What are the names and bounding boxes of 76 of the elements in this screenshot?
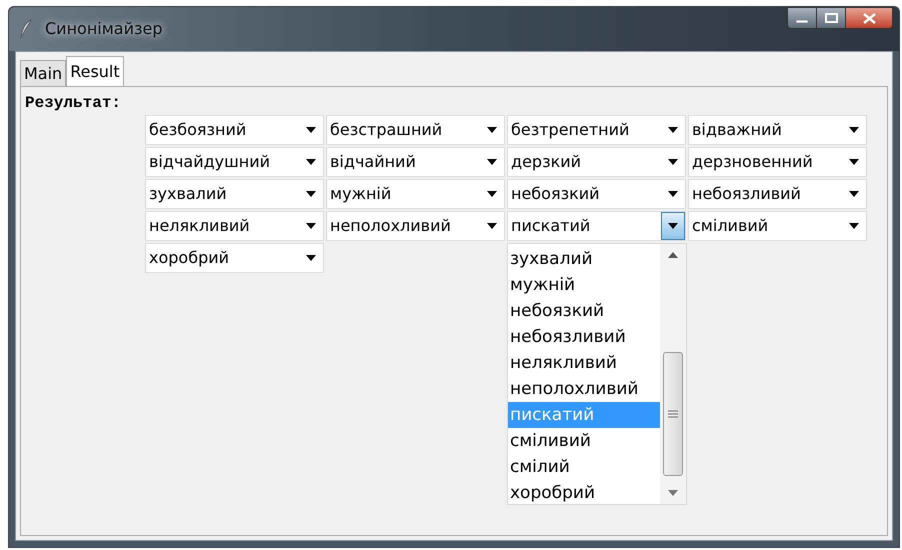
dropdown-item[interactable]: неполохливий [508,376,660,402]
dropdown-item[interactable]: небоязкий [508,298,660,324]
maximize-button[interactable] [817,7,845,29]
combo-box[interactable]: зухвалий [145,179,324,209]
combo-value: дерзновенний [692,151,814,173]
grip-icon [668,410,678,418]
caret-icon [668,127,678,133]
result-label: Результат: [25,93,122,113]
combo-box[interactable]: мужній [326,179,505,209]
dropdown-item[interactable]: небоязливий [508,324,660,350]
combo-value: безстрашний [330,119,444,141]
feather-icon [19,19,33,39]
caret-icon [668,223,678,229]
combo-value: зухвалий [149,183,228,205]
combo-box[interactable]: пискатий [507,211,686,241]
caret-icon [487,223,497,229]
caret-icon [306,127,316,133]
caret-icon [668,191,678,197]
combo-box[interactable]: небоязливий [688,179,867,209]
combo-box[interactable]: відважний [688,115,867,145]
caret-icon [487,159,497,165]
combo-box[interactable]: відчайний [326,147,505,177]
combo-value: сміливий [692,215,770,237]
caret-icon [849,127,859,133]
combo-value: небоязливий [692,183,802,205]
combo-value: безбоязний [149,119,248,141]
caret-icon [849,223,859,229]
tab[interactable]: Main [20,60,66,87]
caret-icon [306,159,316,165]
dropdown-item[interactable]: смілий [508,454,660,480]
caret-icon [306,255,316,261]
dropdown-item[interactable]: хоробрий [508,480,660,506]
combo-value: хоробрий [149,247,230,269]
scrollbar[interactable] [660,244,686,504]
combo-box[interactable]: сміливий [688,211,867,241]
close-button[interactable] [845,7,893,29]
combo-value: відчайдушний [149,151,272,173]
combo-value: дерзкий [511,151,582,173]
caret-icon [668,159,678,165]
maximize-icon [824,13,838,23]
combo-box[interactable]: безбоязний [145,115,324,145]
window-title: Синонімайзер [45,18,163,40]
caret-icon [487,191,497,197]
combo-box[interactable]: безтрепетний [507,115,686,145]
combo-value: небоязкий [511,183,601,205]
combo-value: відчайний [330,151,417,173]
caret-icon [306,223,316,229]
combo-box[interactable]: безстрашний [326,115,505,145]
combo-value: нелякливий [149,215,251,237]
caret-icon [487,127,497,133]
caret-icon [849,159,859,165]
combo-box[interactable]: хоробрий [145,243,324,273]
tab[interactable]: Result [66,56,124,87]
dropdown-item[interactable]: зухвалий [508,246,660,272]
combo-box[interactable]: неполохливий [326,211,505,241]
combo-box[interactable]: відчайдушний [145,147,324,177]
combo-value: відважний [692,119,783,141]
combo-box[interactable]: дерзкий [507,147,686,177]
scroll-down-icon[interactable] [668,490,678,496]
dropdown-item[interactable]: сміливий [508,428,660,454]
combo-box[interactable]: нелякливий [145,211,324,241]
combo-box[interactable]: небоязкий [507,179,686,209]
scroll-up-icon[interactable] [668,252,678,258]
combo-box[interactable]: дерзновенний [688,147,867,177]
combo-value: неполохливий [330,215,452,237]
caret-icon [306,191,316,197]
dropdown-item[interactable]: нелякливий [508,350,660,376]
dropdown-item[interactable]: мужній [508,272,660,298]
minimize-icon [796,20,808,23]
scroll-thumb[interactable] [663,352,683,476]
combo-value: безтрепетний [511,119,630,141]
caret-icon [849,191,859,197]
close-icon [862,12,876,24]
combo-value: пискатий [511,215,592,237]
combo-value: мужній [330,183,392,205]
minimize-button[interactable] [787,7,817,29]
